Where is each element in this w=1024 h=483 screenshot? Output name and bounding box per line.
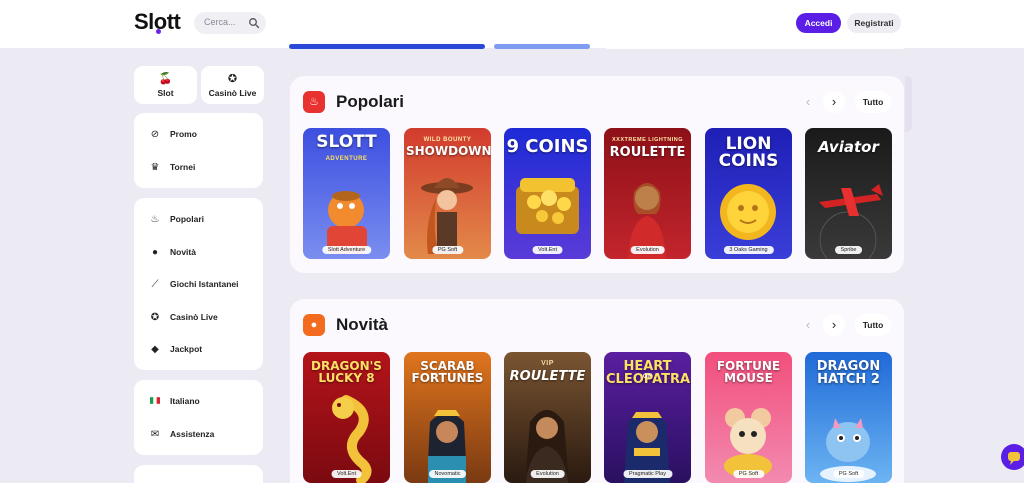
sidebar-item-label: Promo [170, 129, 197, 139]
sidebar-item-label: Casinò Live [170, 312, 218, 322]
provider-badge: Pragmatic Play [623, 470, 672, 478]
game-subtitle: XXXTREME LIGHTNING [611, 137, 684, 143]
game-tile[interactable]: SCARAB FORTUNES Novomatic [404, 352, 491, 483]
search-input[interactable]: Cerca... [194, 12, 266, 34]
search-icon[interactable] [248, 17, 260, 29]
provider-badge: Slott Adventure [321, 246, 372, 254]
provider-badge: Novomatic [428, 470, 467, 478]
prev-arrow-button[interactable]: ‹ [797, 91, 819, 113]
game-subtitle: WILD BOUNTY [423, 137, 472, 143]
game-tile[interactable]: HEART CLEOPATRA OF Pragmatic Play [604, 352, 691, 483]
search-placeholder: Cerca... [204, 17, 236, 27]
login-button[interactable]: Accedi [796, 13, 841, 33]
logo-dot [156, 29, 161, 34]
sidebar-item-novita[interactable]: ● Novità [148, 244, 196, 260]
game-tile[interactable]: Aviator Spribe [805, 128, 892, 259]
game-tile[interactable]: DRAGON'S LUCKY 8 Volt.Ent [303, 352, 390, 483]
chip-icon: ✪ [150, 311, 160, 323]
next-arrow-button[interactable]: › [823, 91, 845, 113]
banner-strip-2[interactable] [494, 44, 590, 49]
sidebar-item-label: Italiano [170, 396, 200, 406]
cherries-icon: 🍒 [158, 73, 173, 85]
game-tile[interactable]: VIP ROULETTE Evolution [504, 352, 591, 483]
game-tile[interactable]: SLOTT ADVENTURE Slott Adventure [303, 128, 390, 259]
section-title: Novità [336, 315, 388, 334]
sidebar-item-label: Giochi Istantanei [170, 279, 239, 289]
provider-badge: Spribe [834, 246, 863, 254]
game-tile[interactable]: FORTUNE MOUSE PG Soft [705, 352, 792, 483]
view-all-button[interactable]: Tutto [855, 314, 891, 336]
sidebar-item-tornei[interactable]: ♛ Tornei [148, 159, 196, 175]
game-title: 9 COINS [506, 136, 589, 157]
sidebar-item-label: Popolari [170, 214, 205, 224]
game-tile[interactable]: 9 COINS Volt.Ent [504, 128, 591, 259]
chat-widget-button[interactable] [1001, 444, 1024, 470]
chip-icon: ✪ [227, 73, 238, 85]
category-label: Casinò Live [208, 88, 257, 98]
sidebar-item-assistenza[interactable]: ✉ Assistenza [148, 426, 215, 442]
percent-icon: ⊘ [150, 128, 160, 140]
sidebar-item-italiano[interactable]: Italiano [148, 393, 200, 409]
game-subtitle: ADVENTURE [325, 156, 368, 162]
provider-badge: Volt.Ent [532, 246, 563, 254]
game-tile[interactable]: WILD BOUNTY SHOWDOWN PG Soft [404, 128, 491, 259]
banner-strip-1[interactable] [289, 44, 485, 49]
italy-flag-icon [148, 396, 162, 407]
game-title: FORTUNE MOUSE [716, 359, 781, 386]
register-button[interactable]: Registrati [847, 13, 901, 33]
sidebar-item-casino-live[interactable]: ✪ Casinò Live [148, 309, 218, 325]
game-subtitle: VIP [541, 360, 554, 367]
diamond-icon: ◆ [151, 343, 159, 355]
provider-badge: Volt.Ent [331, 470, 362, 478]
game-tile[interactable]: XXXTREME LIGHTNING ROULETTE Evolution [604, 128, 691, 259]
sidebar-item-jackpot[interactable]: ◆ Jackpot [148, 341, 202, 357]
chart-icon: ⟋ [151, 278, 159, 290]
provider-badge: PG Soft [431, 246, 464, 254]
category-slot-button[interactable]: 🍒 Slot [134, 66, 197, 104]
fire-icon: ♨ [303, 91, 325, 113]
sidebar-item-label: Tornei [170, 162, 196, 172]
chat-icon [1008, 452, 1020, 465]
game-title: SCARAB FORTUNES [411, 359, 484, 386]
game-subtitle: OF [642, 374, 653, 380]
sidebar-group-extra [134, 465, 263, 483]
game-title: ROULETTE [509, 369, 586, 384]
sidebar-item-popolari[interactable]: ♨ Popolari [148, 211, 205, 227]
section-title: Popolari [336, 92, 405, 111]
provider-badge: Evolution [630, 246, 665, 254]
provider-badge: PG Soft [732, 470, 765, 478]
sidebar-item-label: Novità [170, 247, 196, 257]
sidebar-item-label: Assistenza [170, 429, 215, 439]
game-title: DRAGON HATCH 2 [816, 359, 881, 388]
category-label: Slot [157, 88, 174, 98]
trophy-icon: ♛ [150, 161, 160, 173]
sidebar-item-label: Jackpot [170, 344, 203, 354]
sidebar-group-settings [134, 380, 263, 455]
game-tile[interactable]: DRAGON HATCH 2 PG Soft [805, 352, 892, 483]
scroll-edge [905, 76, 912, 132]
top-bar: Slott Cerca... Accedi Registrati [0, 0, 1024, 48]
view-all-button[interactable]: Tutto [855, 91, 891, 113]
sidebar-group-promo [134, 113, 263, 188]
next-arrow-button[interactable]: › [823, 314, 845, 336]
chat-icon: ✉ [150, 428, 160, 440]
game-title: SHOWDOWN [406, 144, 491, 158]
game-tile[interactable]: LION COINS 3 Oaks Gaming [705, 128, 792, 259]
provider-badge: PG Soft [832, 470, 865, 478]
game-title: ROULETTE [609, 145, 686, 160]
provider-badge: Evolution [530, 470, 565, 478]
fire-icon: ♨ [150, 213, 160, 225]
banner-strip-3[interactable] [605, 44, 905, 49]
sidebar-item-giochi-istantanei[interactable]: ⟋ Giochi Istantanei [148, 276, 239, 292]
prev-arrow-button[interactable]: ‹ [797, 314, 819, 336]
new-icon: ● [303, 314, 325, 336]
provider-badge: 3 Oaks Gaming [723, 246, 774, 254]
new-icon: ● [151, 246, 159, 258]
category-casino-live-button[interactable]: ✪ Casinò Live [201, 66, 264, 104]
sidebar-item-promo[interactable]: ⊘ Promo [148, 126, 197, 142]
game-title: DRAGON'S LUCKY 8 [311, 359, 382, 386]
game-title: SLOTT [316, 132, 377, 152]
game-title: Aviator [818, 138, 879, 156]
game-title: LION COINS [718, 134, 779, 172]
